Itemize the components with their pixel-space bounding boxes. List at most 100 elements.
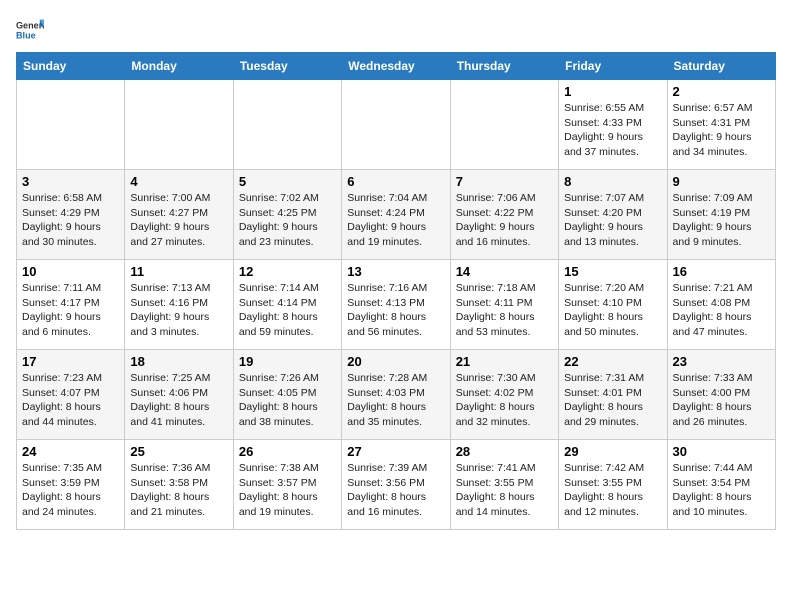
calendar-week-row: 10Sunrise: 7:11 AM Sunset: 4:17 PM Dayli… bbox=[17, 260, 776, 350]
day-info: Sunrise: 6:55 AM Sunset: 4:33 PM Dayligh… bbox=[564, 101, 661, 160]
day-number: 28 bbox=[456, 444, 553, 459]
day-info: Sunrise: 7:39 AM Sunset: 3:56 PM Dayligh… bbox=[347, 461, 444, 520]
calendar-cell bbox=[342, 80, 450, 170]
calendar-cell: 11 Sunrise: 7:13 AM Sunset: 4:16 PM Dayli… bbox=[125, 260, 233, 350]
day-number: 17 bbox=[22, 354, 119, 369]
day-number: 9 bbox=[673, 174, 770, 189]
day-number: 1 bbox=[564, 84, 661, 99]
day-number: 29 bbox=[564, 444, 661, 459]
calendar-cell: 6 Sunrise: 7:04 AM Sunset: 4:24 PM Daylig… bbox=[342, 170, 450, 260]
col-header-friday: Friday bbox=[559, 53, 667, 80]
day-number: 16 bbox=[673, 264, 770, 279]
calendar-cell: 28 Sunrise: 7:41 AM Sunset: 3:55 PM Dayli… bbox=[450, 440, 558, 530]
calendar-cell: 23Sunrise: 7:33 AM Sunset: 4:00 PM Dayli… bbox=[667, 350, 775, 440]
day-number: 12 bbox=[239, 264, 336, 279]
col-header-saturday: Saturday bbox=[667, 53, 775, 80]
calendar-week-row: 24 Sunrise: 7:35 AM Sunset: 3:59 PM Dayli… bbox=[17, 440, 776, 530]
logo: General Blue bbox=[16, 16, 44, 44]
calendar-cell: 1 Sunrise: 6:55 AM Sunset: 4:33 PM Daylig… bbox=[559, 80, 667, 170]
day-info: Sunrise: 7:21 AM Sunset: 4:08 PM Dayligh… bbox=[673, 281, 770, 340]
day-info: Sunrise: 7:16 AM Sunset: 4:13 PM Dayligh… bbox=[347, 281, 444, 340]
day-info: Sunrise: 7:26 AM Sunset: 4:05 PM Dayligh… bbox=[239, 371, 336, 430]
day-info: Sunrise: 7:06 AM Sunset: 4:22 PM Dayligh… bbox=[456, 191, 553, 250]
day-info: Sunrise: 7:30 AM Sunset: 4:02 PM Dayligh… bbox=[456, 371, 553, 430]
calendar-cell bbox=[233, 80, 341, 170]
col-header-wednesday: Wednesday bbox=[342, 53, 450, 80]
calendar-week-row: 3 Sunrise: 6:58 AM Sunset: 4:29 PM Daylig… bbox=[17, 170, 776, 260]
day-number: 30 bbox=[673, 444, 770, 459]
day-number: 4 bbox=[130, 174, 227, 189]
calendar-cell: 5 Sunrise: 7:02 AM Sunset: 4:25 PM Daylig… bbox=[233, 170, 341, 260]
day-info: Sunrise: 7:25 AM Sunset: 4:06 PM Dayligh… bbox=[130, 371, 227, 430]
day-info: Sunrise: 7:02 AM Sunset: 4:25 PM Dayligh… bbox=[239, 191, 336, 250]
calendar-cell: 24 Sunrise: 7:35 AM Sunset: 3:59 PM Dayli… bbox=[17, 440, 125, 530]
col-header-sunday: Sunday bbox=[17, 53, 125, 80]
day-info: Sunrise: 7:04 AM Sunset: 4:24 PM Dayligh… bbox=[347, 191, 444, 250]
calendar-cell bbox=[450, 80, 558, 170]
calendar-table: SundayMondayTuesdayWednesdayThursdayFrid… bbox=[16, 52, 776, 530]
day-number: 19 bbox=[239, 354, 336, 369]
day-number: 26 bbox=[239, 444, 336, 459]
day-number: 24 bbox=[22, 444, 119, 459]
day-info: Sunrise: 7:14 AM Sunset: 4:14 PM Dayligh… bbox=[239, 281, 336, 340]
day-number: 8 bbox=[564, 174, 661, 189]
day-number: 13 bbox=[347, 264, 444, 279]
calendar-header-row: SundayMondayTuesdayWednesdayThursdayFrid… bbox=[17, 53, 776, 80]
calendar-cell: 26 Sunrise: 7:38 AM Sunset: 3:57 PM Dayli… bbox=[233, 440, 341, 530]
calendar-cell: 7 Sunrise: 7:06 AM Sunset: 4:22 PM Daylig… bbox=[450, 170, 558, 260]
day-info: Sunrise: 7:23 AM Sunset: 4:07 PM Dayligh… bbox=[22, 371, 119, 430]
calendar-cell: 12 Sunrise: 7:14 AM Sunset: 4:14 PM Dayli… bbox=[233, 260, 341, 350]
day-info: Sunrise: 7:13 AM Sunset: 4:16 PM Dayligh… bbox=[130, 281, 227, 340]
day-info: Sunrise: 6:57 AM Sunset: 4:31 PM Dayligh… bbox=[673, 101, 770, 160]
day-info: Sunrise: 7:31 AM Sunset: 4:01 PM Dayligh… bbox=[564, 371, 661, 430]
day-info: Sunrise: 7:28 AM Sunset: 4:03 PM Dayligh… bbox=[347, 371, 444, 430]
page-header: General Blue bbox=[16, 16, 776, 44]
col-header-monday: Monday bbox=[125, 53, 233, 80]
day-number: 20 bbox=[347, 354, 444, 369]
calendar-cell: 14 Sunrise: 7:18 AM Sunset: 4:11 PM Dayli… bbox=[450, 260, 558, 350]
calendar-cell: 4Sunrise: 7:00 AM Sunset: 4:27 PM Daylig… bbox=[125, 170, 233, 260]
day-info: Sunrise: 7:20 AM Sunset: 4:10 PM Dayligh… bbox=[564, 281, 661, 340]
day-number: 21 bbox=[456, 354, 553, 369]
day-info: Sunrise: 7:38 AM Sunset: 3:57 PM Dayligh… bbox=[239, 461, 336, 520]
calendar-cell: 8 Sunrise: 7:07 AM Sunset: 4:20 PM Daylig… bbox=[559, 170, 667, 260]
day-number: 2 bbox=[673, 84, 770, 99]
calendar-cell: 25Sunrise: 7:36 AM Sunset: 3:58 PM Dayli… bbox=[125, 440, 233, 530]
day-info: Sunrise: 6:58 AM Sunset: 4:29 PM Dayligh… bbox=[22, 191, 119, 250]
day-number: 3 bbox=[22, 174, 119, 189]
day-number: 22 bbox=[564, 354, 661, 369]
day-number: 6 bbox=[347, 174, 444, 189]
calendar-cell: 19 Sunrise: 7:26 AM Sunset: 4:05 PM Dayli… bbox=[233, 350, 341, 440]
day-number: 18 bbox=[130, 354, 227, 369]
logo-icon: General Blue bbox=[16, 16, 44, 44]
day-number: 10 bbox=[22, 264, 119, 279]
calendar-cell: 3 Sunrise: 6:58 AM Sunset: 4:29 PM Daylig… bbox=[17, 170, 125, 260]
day-info: Sunrise: 7:18 AM Sunset: 4:11 PM Dayligh… bbox=[456, 281, 553, 340]
day-info: Sunrise: 7:07 AM Sunset: 4:20 PM Dayligh… bbox=[564, 191, 661, 250]
calendar-cell: 22 Sunrise: 7:31 AM Sunset: 4:01 PM Dayli… bbox=[559, 350, 667, 440]
day-number: 14 bbox=[456, 264, 553, 279]
day-info: Sunrise: 7:36 AM Sunset: 3:58 PM Dayligh… bbox=[130, 461, 227, 520]
day-number: 7 bbox=[456, 174, 553, 189]
day-info: Sunrise: 7:42 AM Sunset: 3:55 PM Dayligh… bbox=[564, 461, 661, 520]
calendar-cell bbox=[17, 80, 125, 170]
calendar-cell: 29 Sunrise: 7:42 AM Sunset: 3:55 PM Dayli… bbox=[559, 440, 667, 530]
calendar-cell: 20 Sunrise: 7:28 AM Sunset: 4:03 PM Dayli… bbox=[342, 350, 450, 440]
day-info: Sunrise: 7:35 AM Sunset: 3:59 PM Dayligh… bbox=[22, 461, 119, 520]
calendar-cell: 13 Sunrise: 7:16 AM Sunset: 4:13 PM Dayli… bbox=[342, 260, 450, 350]
day-number: 15 bbox=[564, 264, 661, 279]
day-info: Sunrise: 7:41 AM Sunset: 3:55 PM Dayligh… bbox=[456, 461, 553, 520]
calendar-cell: 18 Sunrise: 7:25 AM Sunset: 4:06 PM Dayli… bbox=[125, 350, 233, 440]
day-info: Sunrise: 7:44 AM Sunset: 3:54 PM Dayligh… bbox=[673, 461, 770, 520]
calendar-cell: 10Sunrise: 7:11 AM Sunset: 4:17 PM Dayli… bbox=[17, 260, 125, 350]
day-number: 11 bbox=[130, 264, 227, 279]
calendar-cell: 30 Sunrise: 7:44 AM Sunset: 3:54 PM Dayli… bbox=[667, 440, 775, 530]
col-header-tuesday: Tuesday bbox=[233, 53, 341, 80]
calendar-week-row: 1 Sunrise: 6:55 AM Sunset: 4:33 PM Daylig… bbox=[17, 80, 776, 170]
calendar-cell: 21 Sunrise: 7:30 AM Sunset: 4:02 PM Dayli… bbox=[450, 350, 558, 440]
day-info: Sunrise: 7:09 AM Sunset: 4:19 PM Dayligh… bbox=[673, 191, 770, 250]
calendar-cell: 2 Sunrise: 6:57 AM Sunset: 4:31 PM Daylig… bbox=[667, 80, 775, 170]
day-number: 5 bbox=[239, 174, 336, 189]
calendar-cell: 16 Sunrise: 7:21 AM Sunset: 4:08 PM Dayli… bbox=[667, 260, 775, 350]
calendar-cell: 27Sunrise: 7:39 AM Sunset: 3:56 PM Dayli… bbox=[342, 440, 450, 530]
